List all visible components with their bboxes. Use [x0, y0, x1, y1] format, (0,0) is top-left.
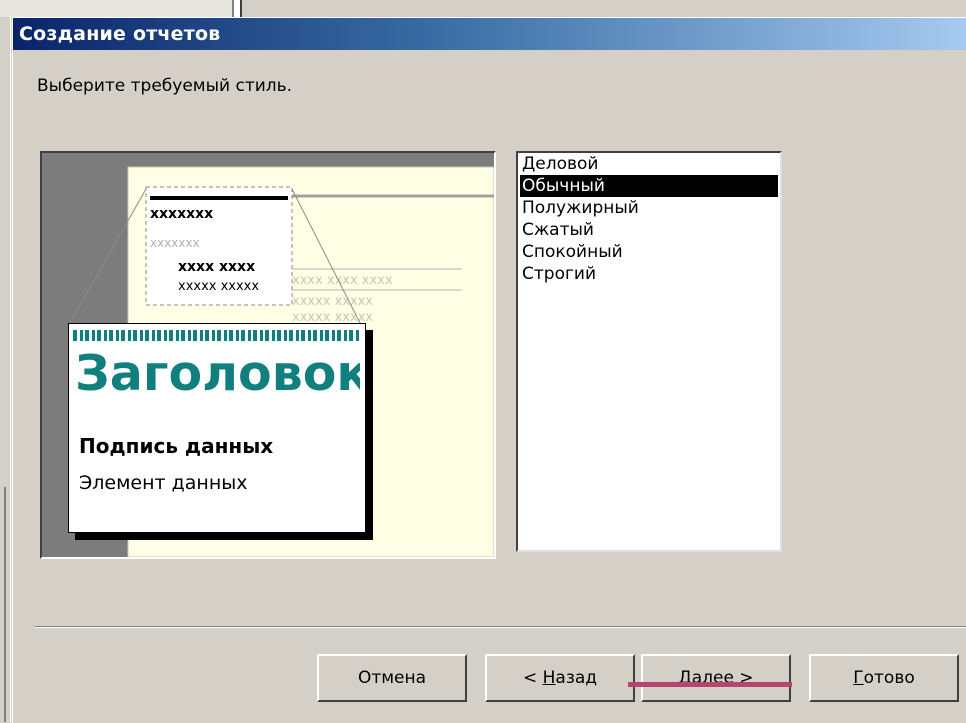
- cancel-button[interactable]: Отмена: [317, 654, 467, 702]
- style-option[interactable]: Полужирный: [520, 197, 778, 219]
- background-window-edge: [0, 17, 12, 722]
- preview-stripe: [73, 330, 359, 341]
- preview-row-text: xxxx xxxx: [178, 259, 255, 275]
- preview-sub-text: xxxxxxx: [150, 236, 200, 250]
- style-listbox[interactable]: Деловой Обычный Полужирный Сжатый Спокой…: [516, 151, 782, 552]
- preview-faint-header: xxxx xxxx xxxx: [292, 273, 393, 288]
- back-button[interactable]: < Назад: [485, 654, 635, 702]
- next-button-highlight: [628, 682, 792, 687]
- back-button-mnemonic: Н: [542, 668, 556, 688]
- preview-heading: Заголовок: [75, 345, 360, 402]
- background-window-segment: [234, 0, 242, 17]
- window-title: Создание отчетов: [19, 23, 221, 45]
- finish-button[interactable]: Готово: [809, 654, 959, 702]
- style-preview: xxxx xxxx xxxx xxxxx xxxxx xxxxx xxxxx x…: [40, 151, 496, 559]
- background-window-strip: [0, 0, 966, 17]
- preview-faint-row: xxxxx xxxxx: [292, 294, 373, 309]
- style-option[interactable]: Сжатый: [520, 219, 778, 241]
- style-option[interactable]: Спокойный: [520, 241, 778, 263]
- preview-data-item: Элемент данных: [79, 472, 248, 494]
- preview-header-text: xxxxxxx: [150, 206, 213, 222]
- back-button-prefix: <: [522, 668, 543, 688]
- title-bar[interactable]: Создание отчетов: [13, 18, 966, 50]
- button-separator: [35, 626, 966, 628]
- style-option[interactable]: Строгий: [520, 263, 778, 285]
- background-window-segment: [0, 0, 234, 17]
- back-button-label: азад: [555, 668, 598, 688]
- edge-highlight: [10, 17, 11, 722]
- preview-zoom-box: Заголовок Подпись данных Элемент данных: [68, 323, 366, 533]
- edge-shadow: [4, 487, 6, 722]
- finish-button-mnemonic: Г: [853, 668, 864, 688]
- preview-row-text: xxxxx xxxxx: [178, 279, 259, 294]
- finish-button-label: отово: [863, 668, 915, 688]
- preview-data-label: Подпись данных: [79, 434, 274, 458]
- cancel-button-label: Отмена: [357, 668, 427, 688]
- next-button[interactable]: Далее >: [641, 654, 791, 702]
- style-option-selected[interactable]: Обычный: [520, 175, 778, 197]
- style-option[interactable]: Деловой: [520, 153, 778, 175]
- report-wizard-dialog: Создание отчетов Выберите требуемый стил…: [12, 17, 966, 723]
- instruction-text: Выберите требуемый стиль.: [37, 76, 293, 96]
